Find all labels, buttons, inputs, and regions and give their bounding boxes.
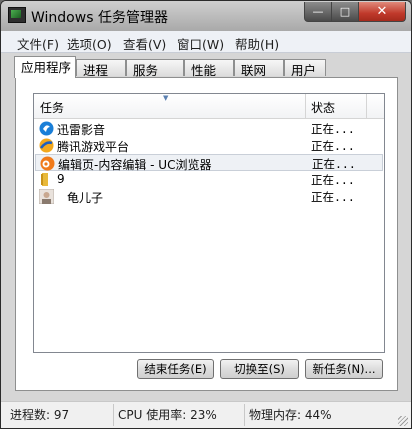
task-status: 正在... bbox=[311, 173, 355, 187]
task-row[interactable]: 迅雷影音 正在... bbox=[35, 120, 383, 137]
end-task-button[interactable]: 结束任务(E) bbox=[137, 359, 214, 379]
memory-usage: 物理内存: 44% bbox=[249, 408, 332, 422]
applications-panel: ▼ 任务 状态 迅雷影音 正在... 腾讯游戏平台 正在... 编辑页-内容编辑… bbox=[15, 77, 398, 391]
task-status: 正在... bbox=[312, 157, 356, 171]
sort-arrow-icon: ▼ bbox=[163, 94, 169, 102]
tab-users[interactable]: 用户 bbox=[284, 59, 326, 78]
maximize-button[interactable]: □ bbox=[331, 2, 359, 22]
list-header: ▼ 任务 状态 bbox=[34, 94, 384, 119]
task-name: 迅雷影音 bbox=[57, 123, 106, 137]
column-divider[interactable] bbox=[366, 94, 367, 118]
task-list[interactable]: ▼ 任务 状态 迅雷影音 正在... 腾讯游戏平台 正在... 编辑页-内容编辑… bbox=[33, 93, 385, 353]
task-manager-icon bbox=[8, 7, 26, 23]
task-row[interactable]: 腾讯游戏平台 正在... bbox=[35, 137, 383, 154]
tab-applications[interactable]: 应用程序 bbox=[14, 56, 76, 78]
menu-file[interactable]: 文件(F) bbox=[17, 34, 59, 53]
task-status: 正在... bbox=[311, 139, 355, 153]
cpu-usage: CPU 使用率: 23% bbox=[118, 408, 217, 422]
tab-performance[interactable]: 性能 bbox=[184, 59, 234, 78]
status-divider bbox=[244, 404, 245, 426]
task-row[interactable]: 9 正在... bbox=[35, 171, 383, 188]
tab-processes[interactable]: 进程 bbox=[76, 59, 126, 78]
minimize-button[interactable]: — bbox=[304, 2, 332, 22]
column-divider[interactable] bbox=[305, 94, 306, 118]
column-status[interactable]: 状态 bbox=[311, 99, 335, 116]
task-row-selected[interactable]: 编辑页-内容编辑 - UC浏览器 正在... bbox=[35, 154, 383, 172]
task-row[interactable]: 龟儿子 正在... bbox=[35, 188, 383, 205]
xunlei-icon bbox=[39, 121, 54, 136]
menu-help[interactable]: 帮助(H) bbox=[235, 34, 279, 53]
window-title: Windows 任务管理器 bbox=[31, 10, 168, 26]
menu-options[interactable]: 选项(O) bbox=[67, 34, 112, 53]
new-task-button[interactable]: 新任务(N)... bbox=[305, 359, 383, 379]
task-status: 正在... bbox=[311, 190, 355, 204]
status-divider bbox=[113, 404, 114, 426]
tencent-game-icon bbox=[39, 138, 54, 153]
switch-to-button[interactable]: 切换至(S) bbox=[220, 359, 299, 379]
task-name: 9 bbox=[57, 172, 65, 186]
resize-grip-icon[interactable] bbox=[398, 416, 408, 426]
menu-window[interactable]: 窗口(W) bbox=[177, 34, 224, 53]
menu-bar: 文件(F) 选项(O) 查看(V) 窗口(W) 帮助(H) bbox=[1, 31, 411, 53]
uc-browser-icon bbox=[40, 156, 55, 171]
task-name: 龟儿子 bbox=[67, 191, 104, 205]
tab-networking[interactable]: 联网 bbox=[234, 59, 284, 78]
task-manager-window: Windows 任务管理器 — □ ✕ 文件(F) 选项(O) 查看(V) 窗口… bbox=[0, 0, 412, 429]
task-status: 正在... bbox=[311, 122, 355, 136]
avatar-icon bbox=[39, 189, 54, 204]
tab-services[interactable]: 服务 bbox=[126, 59, 184, 78]
close-button[interactable]: ✕ bbox=[358, 2, 406, 22]
menu-view[interactable]: 查看(V) bbox=[123, 34, 166, 53]
task-name: 腾讯游戏平台 bbox=[57, 140, 130, 154]
column-task[interactable]: 任务 bbox=[40, 99, 64, 116]
folder-icon bbox=[41, 173, 48, 186]
process-count: 进程数: 97 bbox=[10, 408, 70, 422]
title-bar[interactable]: Windows 任务管理器 — □ ✕ bbox=[1, 1, 411, 31]
status-bar: 进程数: 97 CPU 使用率: 23% 物理内存: 44% bbox=[1, 401, 411, 428]
